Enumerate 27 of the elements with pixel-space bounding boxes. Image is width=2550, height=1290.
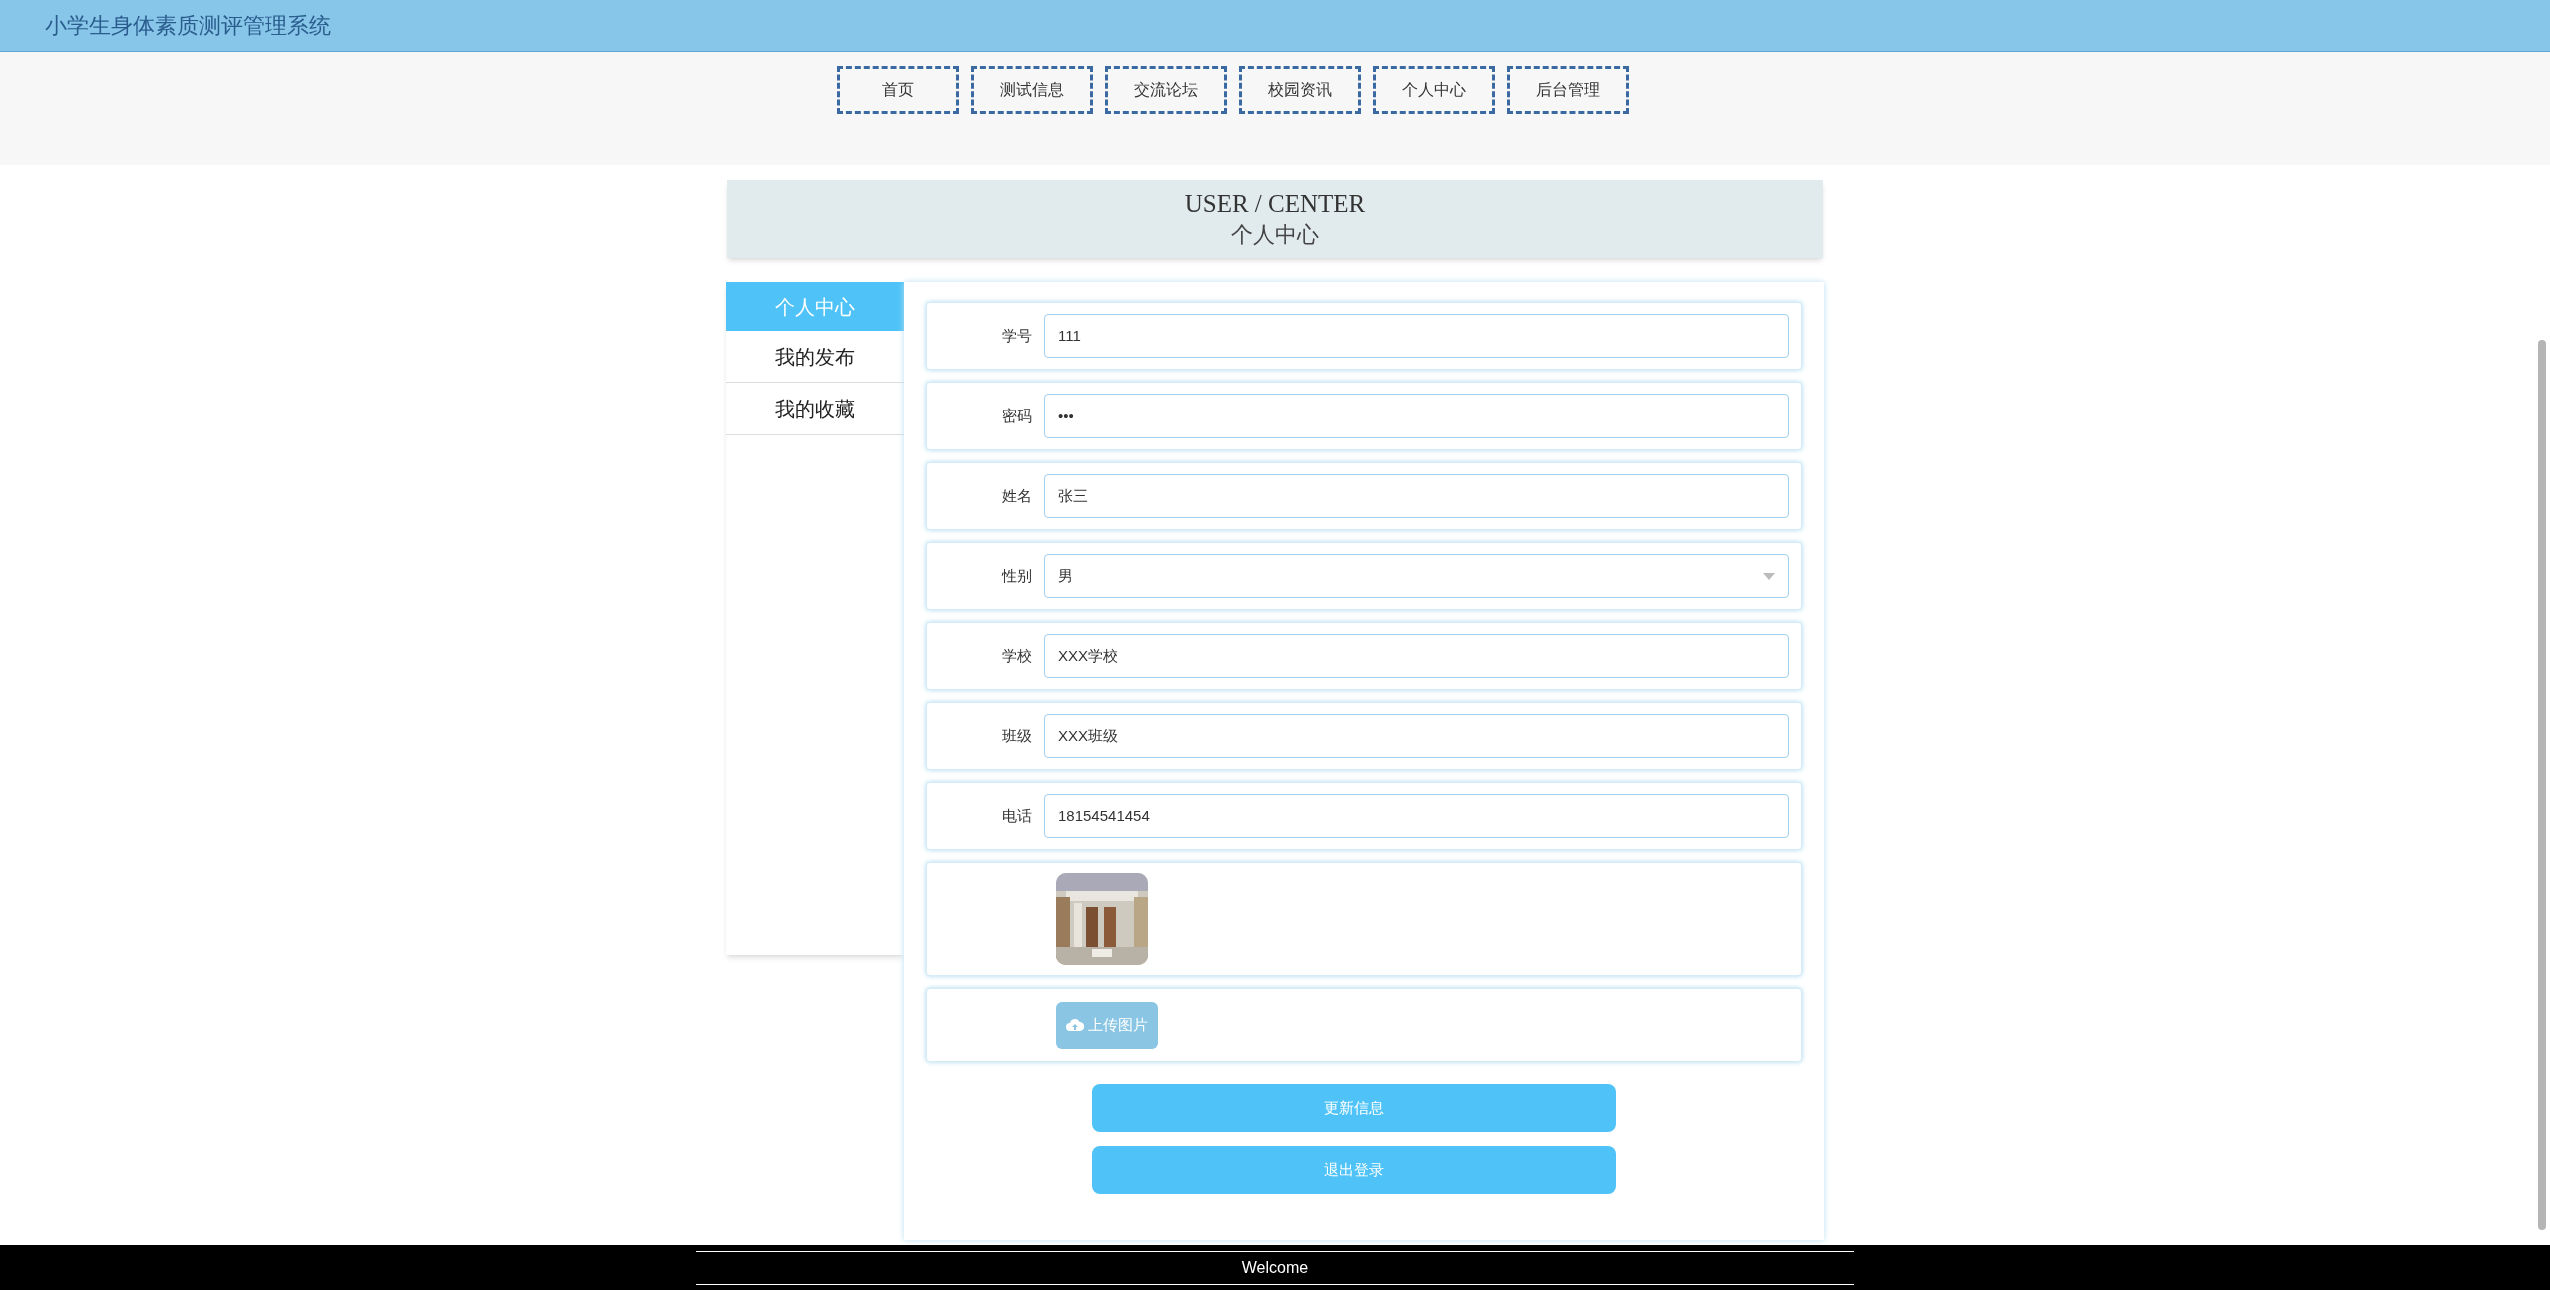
field-label: 密码 <box>1001 405 1033 426</box>
dropdown-caret-icon <box>1763 572 1775 580</box>
field-label: 姓名 <box>1001 485 1033 506</box>
field-label: 学校 <box>1001 645 1033 666</box>
input-field[interactable]: 张三 <box>1044 474 1789 518</box>
field-label: 性别 <box>1000 565 1033 586</box>
input-field[interactable]: 111 <box>1044 314 1789 358</box>
field-label: 电话 <box>1001 805 1033 826</box>
nav-link[interactable]: 校园资讯 <box>1238 66 1361 114</box>
field-label: 学号 <box>1001 325 1033 346</box>
input-field[interactable]: ••• <box>1044 394 1789 438</box>
page-heading: USER / CENTER <box>1184 189 1366 219</box>
input-field[interactable]: XXX学校 <box>1044 634 1789 678</box>
nav-link[interactable]: 个人中心 <box>1372 66 1495 114</box>
page-subheading: 个人中心 <box>1231 221 1319 249</box>
nav-link[interactable]: 后台管理 <box>1506 66 1629 114</box>
site-title: 小学生身体素质测评管理系统 <box>45 12 331 40</box>
footer-text: Welcome <box>1241 1257 1309 1278</box>
nav-link[interactable]: 交流论坛 <box>1104 66 1227 114</box>
scrollbar[interactable] <box>2538 340 2546 1230</box>
input-field[interactable]: XXX班级 <box>1044 714 1789 758</box>
input-field[interactable]: 18154541454 <box>1044 794 1789 838</box>
gender-select[interactable]: 男 <box>1044 554 1789 598</box>
nav-link[interactable]: 测试信息 <box>970 66 1093 114</box>
cloud-upload-icon <box>1066 1018 1084 1032</box>
nav-link[interactable]: 首页 <box>836 66 959 114</box>
field-label: 班级 <box>1001 725 1033 746</box>
